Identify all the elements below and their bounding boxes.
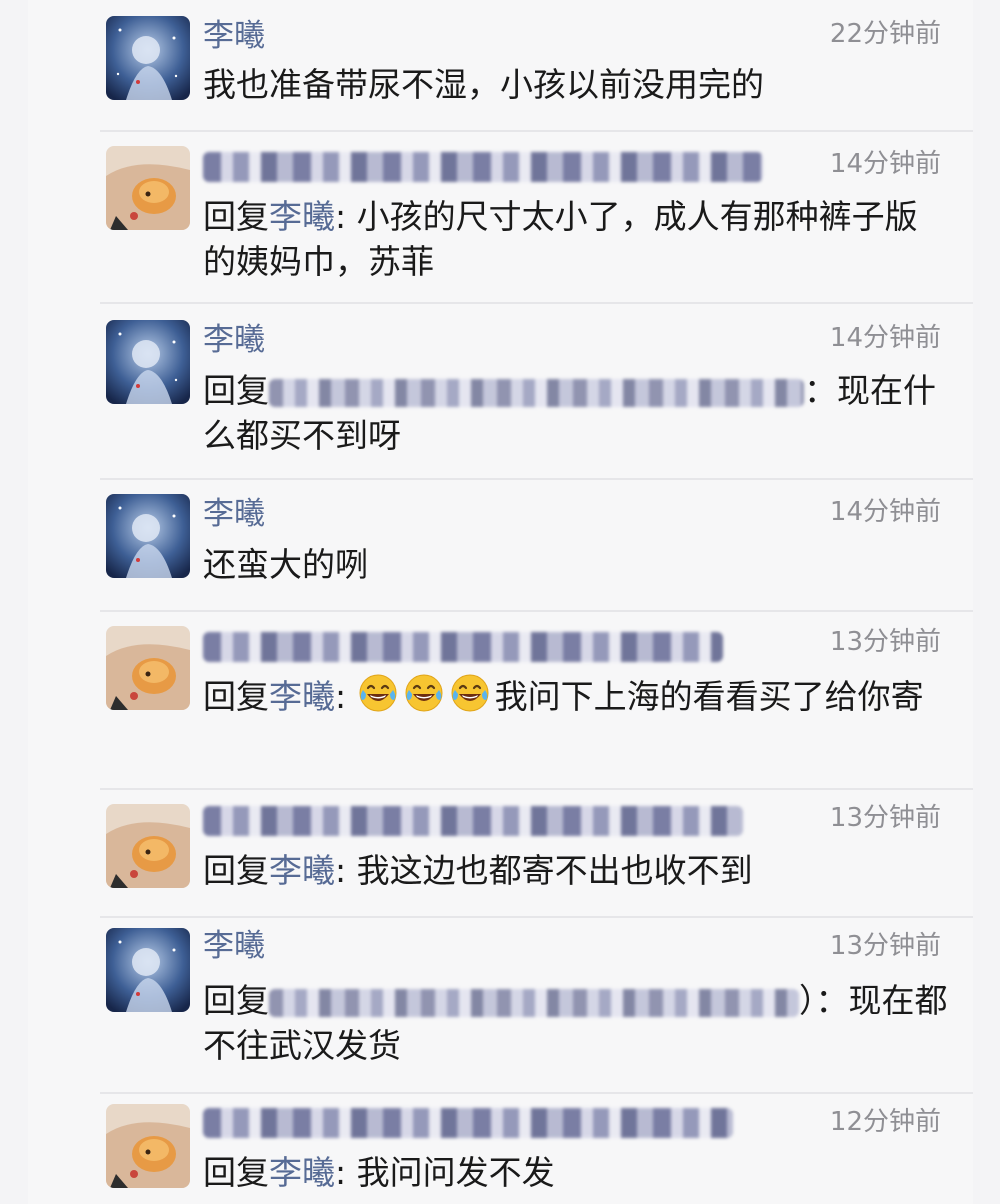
comment-time: 13分钟前 [829, 803, 941, 833]
starry-girl-avatar-icon[interactable] [106, 16, 190, 100]
comment-item[interactable]: 14分钟前 回复李曦: 小孩的尺寸太小了，成人有那种裤子版的姨妈巾，苏菲 [28, 132, 973, 304]
comment-time: 13分钟前 [829, 931, 941, 961]
comment-text: 回复李曦: 小孩的尺寸太小了，成人有那种裤子版的姨妈巾，苏菲 [203, 194, 948, 284]
reply-separator: ： [804, 371, 837, 410]
comment-text: 回复李曦: 我问问发不发 [203, 1150, 948, 1195]
blurred-author-name[interactable] [203, 806, 743, 836]
comment-text-content: 还蛮大的咧 [203, 545, 368, 584]
reply-target-name[interactable]: 李曦 [269, 1153, 335, 1192]
blurred-reply-target[interactable] [269, 988, 799, 1017]
hamster-hand-avatar-icon[interactable] [106, 626, 190, 710]
starry-girl-avatar-icon[interactable] [106, 494, 190, 578]
comment-item[interactable]: 13分钟前 回复李曦: 我问下上海的看看买了给你寄 [28, 612, 973, 790]
comment-time: 14分钟前 [829, 149, 941, 179]
comment-text: 还蛮大的咧 [203, 542, 948, 587]
comment-text: 回复李曦: 我问下上海的看看买了给你寄 [203, 672, 948, 719]
comment-text: 回复 ：现在什么都买不到呀 [203, 368, 948, 458]
starry-girl-avatar-icon[interactable] [106, 320, 190, 404]
comment-time: 14分钟前 [829, 323, 941, 353]
reply-target-name[interactable]: 李曦 [269, 851, 335, 890]
comment-item[interactable]: 李曦 22分钟前 我也准备带尿不湿，小孩以前没用完的 [28, 0, 973, 132]
reply-separator: : [335, 677, 347, 716]
comment-item[interactable]: 李曦 14分钟前 还蛮大的咧 [28, 480, 973, 612]
comment-item[interactable]: 李曦 14分钟前 回复 ：现在什么都买不到呀 [28, 304, 973, 480]
hamster-hand-avatar-icon[interactable] [106, 804, 190, 888]
comment-text-content: 我问下上海的看看买了给你寄 [494, 677, 924, 716]
face-with-tears-of-joy-icon [405, 674, 443, 712]
comment-text-content: 我这边也都寄不出也收不到 [356, 851, 753, 890]
reply-prefix: 回复 [203, 197, 269, 236]
reply-target-name[interactable]: 李曦 [269, 677, 335, 716]
comment-time: 12分钟前 [829, 1107, 941, 1137]
reply-prefix: 回复 [203, 1153, 269, 1192]
comment-text-content: 我问问发不发 [356, 1153, 555, 1192]
blurred-author-name[interactable] [203, 632, 723, 662]
face-with-tears-of-joy-icon [359, 674, 397, 712]
comment-item[interactable]: 李曦 13分钟前 回复 ）：现在都不往武汉发货 [28, 918, 973, 1094]
comment-text-content: 我也准备带尿不湿，小孩以前没用完的 [203, 65, 764, 104]
comment-time: 13分钟前 [829, 627, 941, 657]
comment-item[interactable]: 13分钟前 回复李曦: 我这边也都寄不出也收不到 [28, 790, 973, 918]
comment-text: 回复李曦: 我这边也都寄不出也收不到 [203, 848, 948, 893]
comment-author[interactable]: 李曦 [203, 928, 265, 964]
reply-target-name[interactable]: 李曦 [269, 197, 335, 236]
hamster-hand-avatar-icon[interactable] [106, 146, 190, 230]
comment-time: 14分钟前 [829, 497, 941, 527]
comment-author[interactable]: 李曦 [203, 496, 265, 532]
comment-time: 22分钟前 [829, 19, 941, 49]
reply-prefix: 回复 [203, 851, 269, 890]
blurred-author-name[interactable] [203, 152, 763, 182]
reply-prefix: 回复 [203, 371, 269, 410]
blurred-author-name[interactable] [203, 1108, 733, 1138]
hamster-hand-avatar-icon[interactable] [106, 1104, 190, 1188]
comment-text: 回复 ）：现在都不往武汉发货 [203, 978, 948, 1068]
moments-comment-screen: 李曦 22分钟前 我也准备带尿不湿，小孩以前没用完的 14分钟前 回复李曦: 小… [0, 0, 1000, 1204]
comment-author[interactable]: 李曦 [203, 18, 265, 54]
comment-list: 李曦 22分钟前 我也准备带尿不湿，小孩以前没用完的 14分钟前 回复李曦: 小… [28, 0, 973, 1204]
reply-separator: : [335, 197, 347, 236]
blurred-reply-target[interactable] [269, 378, 804, 407]
reply-prefix: 回复 [203, 981, 269, 1020]
reply-prefix: 回复 [203, 677, 269, 716]
starry-girl-avatar-icon[interactable] [106, 928, 190, 1012]
comment-item[interactable]: 12分钟前 回复李曦: 我问问发不发 [28, 1094, 973, 1204]
emoji-group [357, 674, 495, 716]
face-with-tears-of-joy-icon [451, 674, 489, 712]
reply-separator: : [335, 1153, 347, 1192]
reply-separator: : [335, 851, 347, 890]
reply-separator: ）： [799, 981, 849, 1020]
comment-text: 我也准备带尿不湿，小孩以前没用完的 [203, 62, 948, 107]
comment-author[interactable]: 李曦 [203, 322, 265, 358]
